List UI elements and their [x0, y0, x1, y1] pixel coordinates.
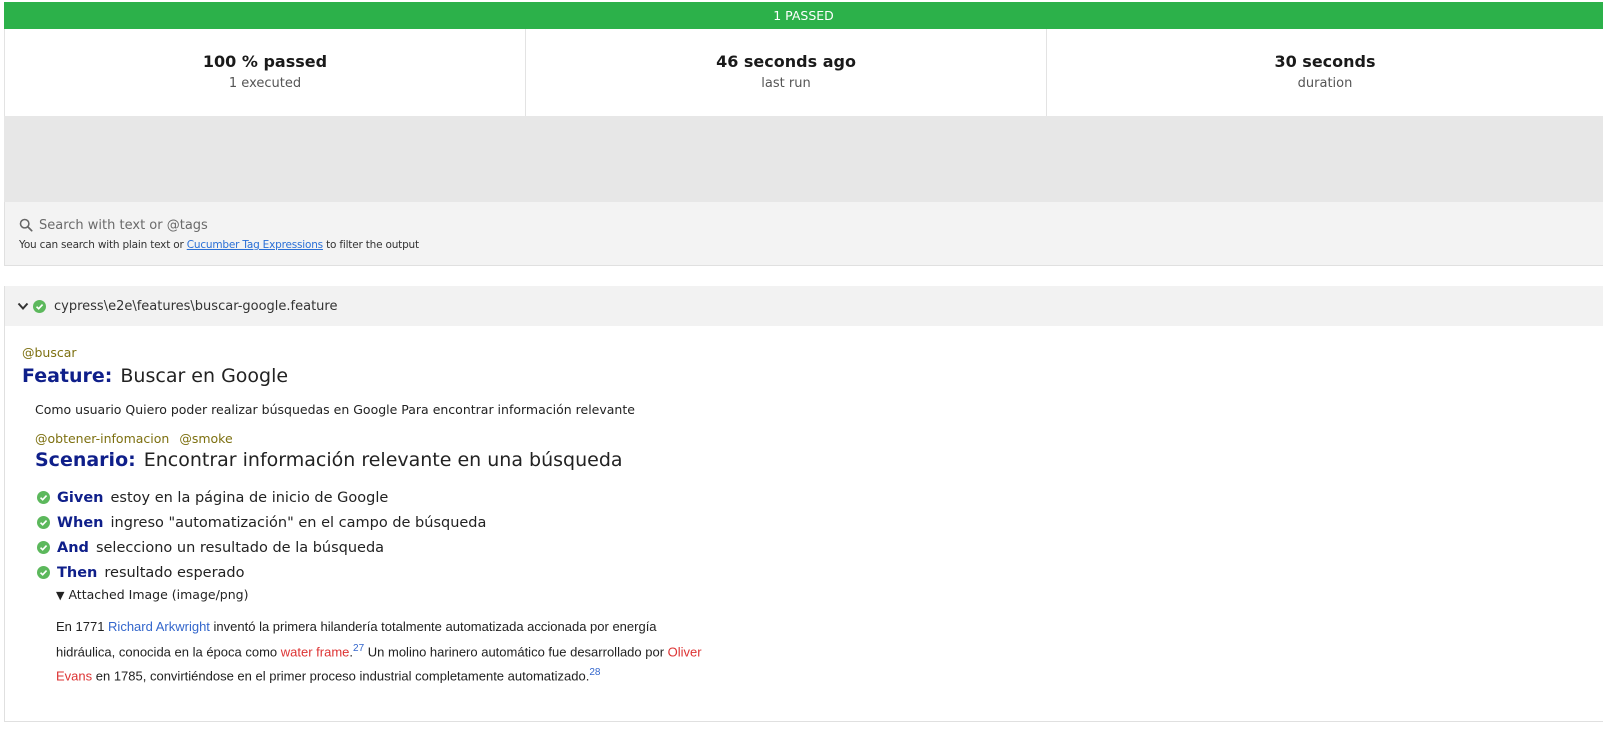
search-input[interactable] [39, 217, 639, 233]
search-panel: You can search with plain text or Cucumb… [4, 202, 1603, 266]
link-richard-arkwright: Richard Arkwright [108, 619, 210, 634]
step-text: estoy en la página de inicio de Google [110, 489, 389, 506]
stat-value: 100 % passed [202, 52, 328, 71]
search-row [19, 215, 1603, 235]
feature-tag: @buscar [22, 345, 77, 360]
link-water-frame: water frame [280, 643, 350, 659]
stats-row: 100 % passed 1 executed 46 seconds ago l… [4, 29, 1603, 116]
step-keyword: And [57, 539, 89, 556]
step-row: Given estoy en la página de inicio de Goo… [37, 485, 1603, 510]
stat-label: 1 executed [228, 76, 302, 91]
feature-file-path: cypress\e2e\features\buscar-google.featu… [54, 298, 338, 314]
steps-list: Given estoy en la página de inicio de Goo… [37, 485, 1603, 585]
step-text: resultado esperado [104, 564, 245, 581]
chevron-down-icon[interactable] [17, 300, 29, 312]
report-container: 1 PASSED 100 % passed 1 executed 46 seco… [4, 2, 1603, 266]
step-keyword: When [57, 514, 104, 531]
check-circle-icon [37, 541, 50, 554]
scenario-title: Scenario: Encontrar información relevante… [35, 449, 1603, 471]
cucumber-tag-expressions-link[interactable]: Cucumber Tag Expressions [187, 239, 323, 251]
step-text: ingreso "automatización" en el campo de … [110, 514, 487, 531]
step-keyword: Then [57, 564, 98, 581]
feature-panel: cypress\e2e\features\buscar-google.featu… [4, 286, 1603, 722]
feature-keyword: Feature: [22, 365, 113, 387]
feature-file-header[interactable]: cypress\e2e\features\buscar-google.featu… [5, 286, 1603, 326]
feature-title: Feature: Buscar en Google [22, 365, 1603, 387]
check-circle-icon [37, 566, 50, 579]
step-row: When ingreso "automatización" en el campo… [37, 510, 1603, 535]
filter-chart-area [4, 116, 1603, 202]
stat-value: 30 seconds [1274, 52, 1376, 71]
check-circle-icon [37, 491, 50, 504]
stat-label: last run [761, 76, 811, 91]
attachment-toggle[interactable]: ▼ Attached Image (image/png) [56, 587, 1603, 602]
reference-27: 27 [353, 642, 365, 654]
feature-body: @buscar Feature: Buscar en Google Como us… [5, 326, 1603, 687]
scenario: @obtener-infomacion @smoke Scenario: Encon… [35, 431, 1603, 471]
attached-image: En 1771 Richard Arkwright inventó la pri… [56, 619, 702, 684]
scenario-tags: @obtener-infomacion @smoke [35, 431, 1603, 446]
step-row: And selecciono un resultado de la búsqued… [37, 535, 1603, 560]
triangle-down-icon[interactable]: ▼ [56, 589, 64, 602]
reference-28: 28 [589, 667, 601, 679]
stat-duration: 30 seconds duration [1047, 29, 1603, 116]
feature-description: Como usuario Quiero poder realizar búsqu… [35, 402, 635, 417]
check-circle-icon [33, 299, 46, 313]
check-circle-icon [37, 516, 50, 529]
step-row: Then resultado esperado [37, 560, 1603, 585]
feature-name: Buscar en Google [120, 365, 289, 387]
status-banner: 1 PASSED [4, 2, 1603, 29]
step-keyword: Given [57, 489, 104, 506]
attachment-label: Attached Image (image/png) [68, 587, 249, 602]
stat-passed: 100 % passed 1 executed [5, 29, 526, 116]
search-help-text: You can search with plain text or Cucumb… [19, 239, 419, 251]
stat-label: duration [1297, 76, 1353, 91]
stat-last-run: 46 seconds ago last run [526, 29, 1047, 116]
scenario-tag: @smoke [179, 431, 233, 446]
search-icon [19, 218, 33, 232]
step-text: selecciono un resultado de la búsqueda [95, 539, 385, 556]
scenario-name: Encontrar información relevante en una b… [143, 449, 623, 471]
scenario-tag: @obtener-infomacion [35, 431, 170, 446]
stat-value: 46 seconds ago [716, 52, 856, 71]
scenario-keyword: Scenario: [35, 449, 136, 471]
